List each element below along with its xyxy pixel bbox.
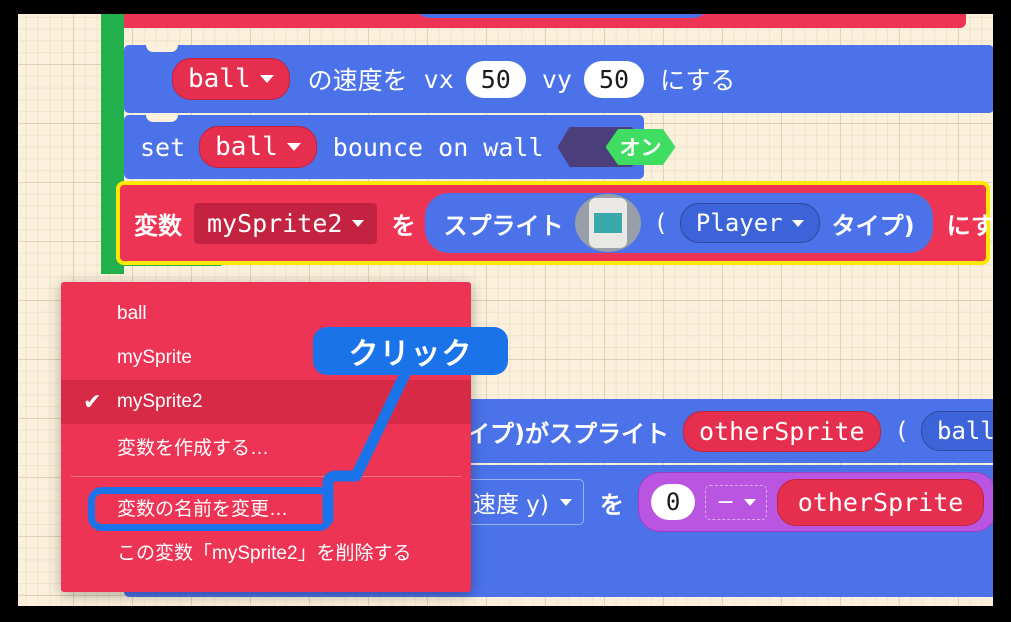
dropdown-property-velocity-y[interactable]: (速度 y) bbox=[452, 479, 584, 525]
block-notch bbox=[146, 45, 178, 52]
dropdown-operator[interactable]: − bbox=[705, 484, 767, 520]
velocity-text-1: の速度を bbox=[307, 66, 408, 95]
bounce-prefix: set bbox=[140, 132, 186, 162]
dropdown-sprite-ball-2-label: ball bbox=[215, 132, 278, 162]
callout-bubble: クリック bbox=[313, 327, 508, 375]
menu-item-create-variable-label: 変数を作成する… bbox=[117, 437, 270, 459]
block-set-velocity[interactable]: ball の速度を vx 50 vy 50 にする bbox=[124, 45, 993, 113]
if-text-left: ァイプ)がスプライト bbox=[442, 419, 669, 448]
chevron-down-icon bbox=[259, 75, 274, 83]
variable-particle: を bbox=[391, 211, 416, 240]
menu-item-create-variable[interactable]: 変数を作成する… bbox=[61, 424, 471, 468]
dropdown-kind-ball-label: ball bbox=[937, 417, 993, 445]
callout-label: クリック bbox=[348, 337, 473, 372]
sprite-image-paper bbox=[589, 198, 628, 248]
dropdown-variable-mysprite2-label: mySprite2 bbox=[207, 208, 343, 238]
chevron-down-icon bbox=[559, 498, 572, 506]
velocity-text-2: にする bbox=[660, 66, 736, 95]
variable-prefix: 変数 bbox=[134, 211, 182, 240]
menu-item-mysprite2[interactable]: ✔ mySprite2 bbox=[61, 380, 471, 424]
screenshot-frame: ball の速度を vx 50 vy 50 にする set ball bounc… bbox=[0, 0, 1011, 622]
operator-number-input[interactable]: 0 bbox=[650, 484, 696, 520]
block-sprite-of-kind[interactable]: スプライト ( Player タイプ) bbox=[425, 193, 933, 253]
dropdown-property-velocity-y-label: (速度 y) bbox=[464, 492, 549, 518]
dropdown-operator-label: − bbox=[716, 489, 735, 515]
check-icon: ✔ bbox=[83, 389, 102, 414]
bounce-text: bounce on wall bbox=[332, 132, 544, 162]
reporter-othersprite-2-label: otherSprite bbox=[797, 487, 964, 517]
chevron-down-icon bbox=[352, 219, 365, 227]
chevron-down-icon bbox=[743, 498, 756, 506]
chevron-down-icon bbox=[791, 219, 804, 227]
reporter-othersprite[interactable]: otherSprite bbox=[682, 410, 881, 452]
menu-item-mysprite2-label: mySprite2 bbox=[117, 391, 203, 412]
set-particle: を bbox=[599, 490, 624, 519]
sprite-word: スプライト bbox=[443, 211, 564, 240]
menu-item-ball-label: ball bbox=[117, 303, 147, 324]
menu-item-delete-variable[interactable]: この変数「mySprite2」を削除する bbox=[61, 529, 471, 573]
if-paren-open: ( bbox=[894, 417, 909, 445]
menu-item-mysprite-label: mySprite bbox=[117, 347, 192, 368]
blockly-workspace[interactable]: ball の速度を vx 50 vy 50 にする set ball bounc… bbox=[18, 14, 993, 606]
velocity-vx-input[interactable]: 50 bbox=[465, 60, 526, 98]
dropdown-sprite-ball-label: ball bbox=[188, 64, 251, 94]
reporter-othersprite-label: otherSprite bbox=[698, 416, 865, 446]
velocity-vy-input[interactable]: 50 bbox=[583, 60, 645, 98]
highlight-ring-rename-variable bbox=[88, 487, 333, 531]
sprite-image-swatch bbox=[594, 213, 623, 233]
reporter-othersprite-2[interactable]: otherSprite bbox=[776, 478, 985, 526]
dropdown-variable-mysprite2[interactable]: mySprite2 bbox=[194, 202, 378, 244]
toggle-on-off[interactable]: オン bbox=[557, 127, 676, 167]
menu-separator bbox=[71, 476, 461, 477]
menu-item-delete-variable-label: この変数「mySprite2」を削除する bbox=[117, 542, 412, 564]
block-set-variable-to-sprite[interactable]: 変数 mySprite2 を スプライト ( Player タイプ) にす bbox=[116, 181, 993, 265]
toggle-knob[interactable]: オン bbox=[605, 129, 676, 165]
variable-suffix: にする bbox=[946, 211, 993, 240]
sprite-image-icon[interactable] bbox=[575, 194, 642, 252]
chevron-down-icon bbox=[286, 143, 301, 151]
dropdown-kind-player[interactable]: Player bbox=[679, 203, 820, 243]
velocity-vy-label: vy bbox=[541, 64, 572, 94]
kind-word: タイプ) bbox=[831, 211, 915, 240]
dropdown-sprite-ball[interactable]: ball bbox=[172, 58, 290, 100]
dropdown-sprite-ball-2[interactable]: ball bbox=[199, 126, 317, 168]
block-math-operator[interactable]: 0 − otherSprite bbox=[637, 472, 993, 532]
dropdown-kind-ball[interactable]: ball bbox=[921, 411, 993, 451]
velocity-vx-label: vx bbox=[423, 64, 454, 94]
block-bounce-on-wall[interactable]: set ball bounce on wall オン bbox=[124, 115, 676, 179]
block-notch bbox=[146, 115, 178, 122]
top-partial-inner-block[interactable] bbox=[414, 14, 709, 18]
dropdown-kind-player-label: Player bbox=[695, 209, 783, 237]
toggle-label: オン bbox=[619, 136, 662, 160]
paren-open: ( bbox=[653, 209, 668, 237]
